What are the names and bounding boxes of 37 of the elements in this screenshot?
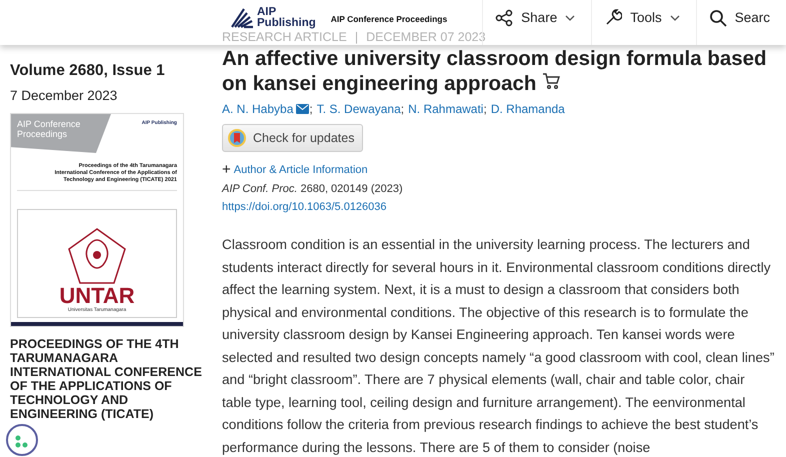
divider-text: | [354, 30, 358, 44]
logo-subtext: Publishing [257, 18, 316, 29]
article-type: RESEARCH ARTICLE [222, 30, 347, 44]
share-icon [495, 8, 514, 26]
search-icon [708, 8, 727, 26]
citation: AIP Conf. Proc. 2680, 020149 (2023) [222, 183, 404, 195]
bookmark-badge-icon [227, 128, 247, 148]
separator-text: ; [483, 102, 487, 116]
journal-name[interactable]: AIP Conference Proceedings [330, 14, 482, 24]
separator-text: ; [309, 102, 313, 116]
issue-date: 7 December 2023 [10, 88, 118, 103]
author-link[interactable]: N. Rahmawati [408, 102, 484, 116]
publisher-logo-icon [230, 7, 254, 29]
author-link[interactable]: T. S. Dewayana [316, 102, 401, 116]
check-updates-button[interactable]: Check for updates [222, 124, 364, 152]
abstract-text: Classroom condition is an essential in the university learning process. The lecturers and students interact directly for several hours in it. Environmental classroom conditions directly affect the learning system. Next, it is a must to design a classroom that considers both physical and environmental conditions. The objective of this research is to formulate the university classroom design by Kansei Engineering approach. Ten kansei words were selected and resulted two design concepts namely “a good classroom with cool, clean lines” and “bright classroom”. There are 7 physical elements (wall, chair and table color, chair table type, learning tool, ceiling design and furniture arrangement). The eenvironmental conditions follow the criteria from previous research findings to achieve the best student’s performance during the lessons. There are 5 of them to consider (noise [222, 236, 776, 457]
article-title: An affective university classroom design formula based on kansei engineering approach [222, 46, 768, 96]
proceedings-title: PROCEEDINGS OF THE 4TH TARUMANAGARA INTERNATIONAL CONFERENCE OF THE APPLICATIONS OF TECHNOLOGY AND ENGINEERING (TICATE) [10, 337, 203, 421]
author-info-link[interactable]: Author & Article Information [234, 164, 368, 176]
author-link[interactable]: D. Rhamanda [490, 102, 565, 116]
emblem-icon [67, 227, 127, 285]
expand-toggle[interactable]: + [222, 162, 231, 177]
logo-text: AIP [257, 7, 276, 18]
author-link[interactable]: A. N. Habyba [222, 102, 310, 116]
volume-title: Volume 2680, Issue 1 [10, 62, 166, 80]
tools-button[interactable]: Tools [591, 0, 696, 45]
wrench-icon [604, 8, 622, 26]
cookie-settings-button[interactable] [6, 424, 38, 456]
mail-icon[interactable] [296, 104, 310, 114]
cart-icon[interactable] [542, 72, 560, 90]
chevron-down-icon [565, 14, 576, 20]
doi-link[interactable]: https://doi.org/10.1063/5.0126036 [222, 201, 786, 213]
chevron-down-icon [670, 14, 680, 20]
separator-text: ; [400, 102, 404, 116]
search-button[interactable]: Searc [696, 0, 786, 45]
university-logo-text: UNTAR [59, 285, 135, 307]
cover-series: AIP Conference Proceedings [11, 114, 111, 153]
